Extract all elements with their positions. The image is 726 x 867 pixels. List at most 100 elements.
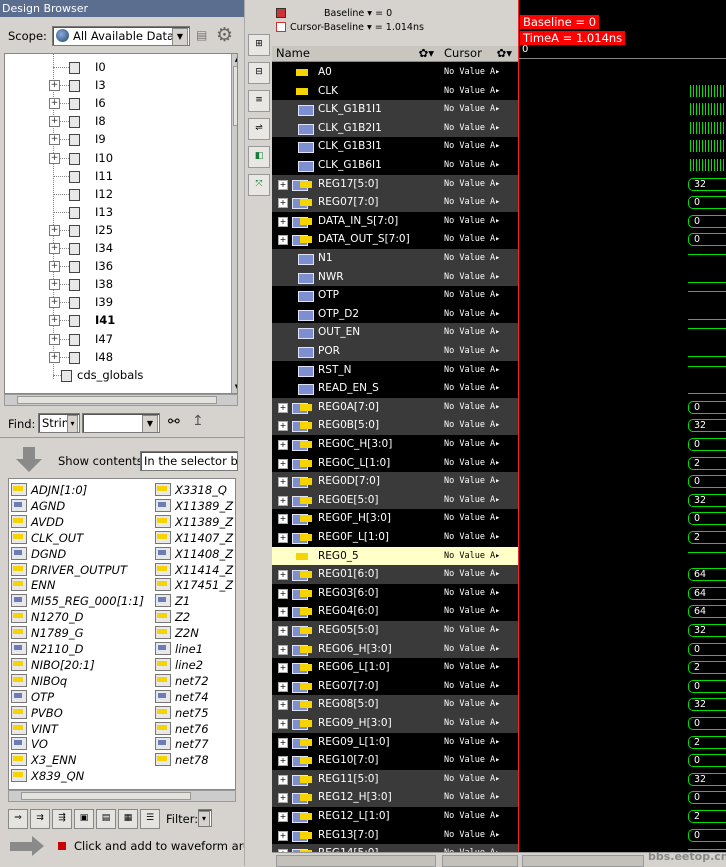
signal-row[interactable]: NWR (272, 267, 440, 287)
signal-row[interactable]: + REG01[6:0] (272, 565, 440, 584)
signal-row[interactable]: + REG0C_L[1:0] (272, 454, 440, 473)
expand-icon[interactable]: + (49, 116, 60, 128)
signal-row[interactable]: CLK_G1B1I1 (272, 100, 440, 119)
tree-item[interactable]: + I34 (5, 239, 225, 257)
expand-icon[interactable]: + (278, 179, 288, 190)
binoculars-icon[interactable]: ⚯ (168, 414, 180, 430)
find-type-select[interactable]: String ▾ (38, 413, 80, 433)
signal-item[interactable]: ADJN[1:0] (11, 482, 87, 498)
zoom-fit-icon[interactable]: ⤧ (248, 174, 270, 196)
expand-icon[interactable]: + (278, 626, 288, 636)
hierarchy-tool-icon[interactable]: ⊟ (248, 62, 270, 84)
expand-icon[interactable]: + (49, 134, 60, 146)
signal-row[interactable]: CLK_G1B3I1 (272, 137, 440, 156)
signal-item[interactable]: Z1 (155, 593, 190, 609)
expand-icon[interactable]: + (278, 700, 288, 711)
name-column-header[interactable]: Name ✿▾ (272, 46, 440, 62)
expand-icon[interactable]: + (278, 607, 288, 618)
tree-item[interactable]: + I6 (5, 94, 225, 112)
signal-row[interactable]: + REG07[7:0] (272, 677, 440, 696)
expand-icon[interactable]: + (49, 80, 60, 92)
tree-item[interactable]: + I38 (5, 275, 225, 293)
baseline-readout[interactable]: Baseline ▾ = 0 (324, 8, 392, 19)
signal-row[interactable]: + DATA_OUT_S[7:0] (272, 230, 440, 249)
tree-item[interactable]: + I8 (5, 112, 225, 130)
cursor-baseline-readout[interactable]: Cursor-Baseline ▾ = 1.014ns (290, 22, 424, 33)
signal-row[interactable]: + REG10[7:0] (272, 751, 440, 770)
signal-item[interactable]: X11389_Z (155, 498, 233, 514)
tree-vertical-scrollbar[interactable]: ▲ ▼ (231, 54, 237, 393)
tree-item[interactable]: I0 (5, 58, 225, 76)
cursor-column-header[interactable]: Cursor ✿▾ (440, 46, 518, 62)
signal-row[interactable]: + REG07[7:0] (272, 193, 440, 212)
expand-icon[interactable]: + (278, 514, 288, 525)
expand-icon[interactable]: + (278, 812, 288, 822)
signal-item[interactable]: DRIVER_OUTPUT (11, 562, 127, 578)
signal-item[interactable]: VINT (11, 721, 58, 737)
signal-item[interactable]: CLK_OUT (11, 530, 83, 546)
signal-row[interactable]: READ_EN_S (272, 379, 440, 398)
chevron-down-icon[interactable]: ▾ (67, 415, 78, 432)
tree-item[interactable]: + I10 (5, 149, 225, 167)
signal-row[interactable]: + REG09_L[1:0] (272, 733, 440, 752)
signal-item[interactable]: X3_ENN (11, 752, 76, 768)
signal-tool-icon[interactable]: ⇌ (248, 118, 270, 140)
find-input[interactable]: ▼ (82, 413, 160, 433)
signal-row[interactable]: CLK_G1B6I1 (272, 156, 440, 175)
expand-icon[interactable]: + (278, 477, 288, 488)
show-contents-select[interactable]: In the selector bel (140, 451, 238, 471)
signal-row[interactable]: + REG0A[7:0] (272, 397, 440, 417)
signal-item[interactable]: X839_QN (11, 768, 84, 784)
signal-item[interactable]: net77 (155, 736, 209, 752)
expand-icon[interactable]: + (278, 533, 288, 543)
cursor-hscroll[interactable] (442, 855, 518, 867)
signal-row[interactable]: + REG03[6:0] (272, 584, 440, 603)
signal-row[interactable]: + REG0C_H[3:0] (272, 435, 440, 454)
tree-item[interactable]: + I48 (5, 348, 225, 366)
signal-item[interactable]: line2 (155, 657, 203, 673)
expand-icon[interactable]: + (278, 458, 288, 469)
signal-row[interactable]: + REG05[5:0] (272, 621, 440, 640)
chevron-down-icon[interactable]: ▾ (199, 811, 210, 826)
expand-icon[interactable]: + (278, 588, 288, 599)
tree-item[interactable]: + I39 (5, 293, 225, 311)
signal-item[interactable]: net74 (155, 689, 209, 705)
signal-item[interactable]: ENN (11, 577, 55, 593)
add-bus-icon[interactable]: ⇶ (52, 809, 72, 829)
expand-icon[interactable]: + (278, 737, 288, 748)
name-hscroll[interactable] (276, 855, 436, 867)
signal-row[interactable]: + REG08[5:0] (272, 695, 440, 714)
click-add-label[interactable]: Click and add to waveform area (74, 839, 257, 853)
expand-icon[interactable]: + (49, 152, 60, 164)
expand-icon[interactable]: + (278, 421, 288, 432)
wave-hscroll[interactable] (522, 855, 644, 867)
filter-options-icon[interactable]: ▤ (196, 28, 210, 42)
expand-icon[interactable]: + (278, 681, 288, 692)
expand-icon[interactable]: + (278, 644, 288, 655)
tree-hscroll-thumb[interactable] (17, 396, 217, 404)
expand-icon[interactable]: + (49, 98, 60, 110)
register-icon[interactable]: ▤ (96, 809, 116, 829)
tree-scroll-thumb[interactable] (233, 66, 237, 126)
signal-item[interactable]: X11408_Z (155, 546, 233, 562)
signal-row[interactable]: + REG0F_L[1:0] (272, 528, 440, 547)
tree-item[interactable]: I12 (5, 185, 225, 203)
chevron-down-icon[interactable]: ▼ (142, 415, 158, 432)
signal-item[interactable]: N1789_G (11, 625, 84, 641)
signal-row[interactable]: + REG06_H[3:0] (272, 639, 440, 659)
tree-item[interactable]: + I9 (5, 130, 225, 148)
tree-item[interactable]: + I3 (5, 76, 225, 94)
signal-item[interactable]: net72 (155, 673, 209, 689)
expand-icon[interactable]: + (278, 402, 288, 413)
signal-item[interactable]: AGND (11, 498, 65, 514)
signal-item[interactable]: DGND (11, 546, 66, 562)
signal-row[interactable]: + REG0E[5:0] (272, 490, 440, 510)
signal-row[interactable]: + REG11[5:0] (272, 769, 440, 789)
signal-row[interactable]: A0 (272, 63, 440, 82)
tree-item[interactable]: + I47 (5, 330, 225, 348)
expand-icon[interactable]: + (49, 224, 60, 236)
signal-row[interactable]: OUT_EN (272, 323, 440, 342)
signal-item[interactable]: net78 (155, 752, 209, 768)
signal-row[interactable]: OTP_D2 (272, 305, 440, 324)
tree-item[interactable]: + I36 (5, 257, 225, 275)
